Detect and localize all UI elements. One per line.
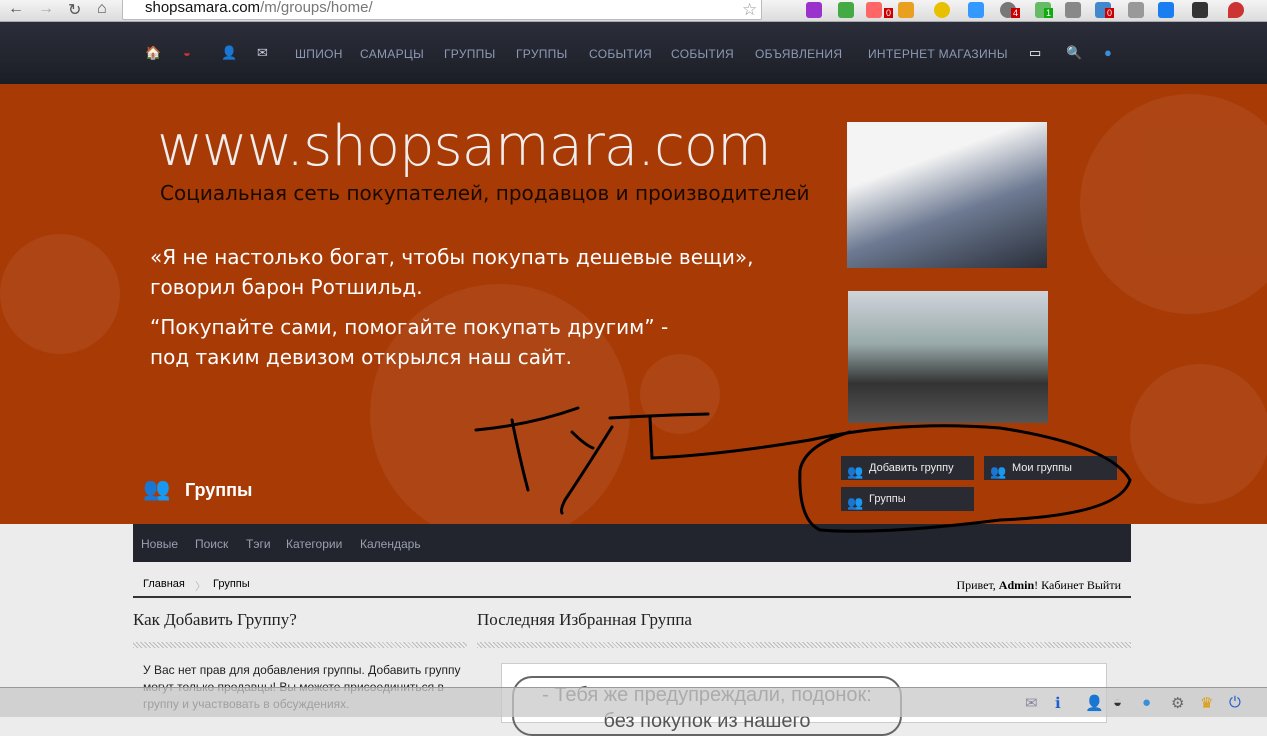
handwritten-annotation <box>474 406 1132 533</box>
crown-icon[interactable]: ♛ <box>1200 694 1213 712</box>
power-icon[interactable]: ⏻ <box>1229 694 1241 711</box>
messages-icon[interactable]: ✉ <box>1025 694 1038 712</box>
info-icon[interactable]: ℹ <box>1055 694 1061 712</box>
settings-gear-icon[interactable]: ⚙ <box>1171 694 1184 712</box>
users-icon[interactable]: 👤 <box>1085 694 1104 712</box>
bottom-toolbar: ✉ ℹ 👤 ◒ ● ⚙ ♛ ⏻ <box>0 687 1267 717</box>
dashboard-icon[interactable]: ◒ <box>1113 694 1122 711</box>
globe-icon[interactable]: ● <box>1142 694 1151 711</box>
